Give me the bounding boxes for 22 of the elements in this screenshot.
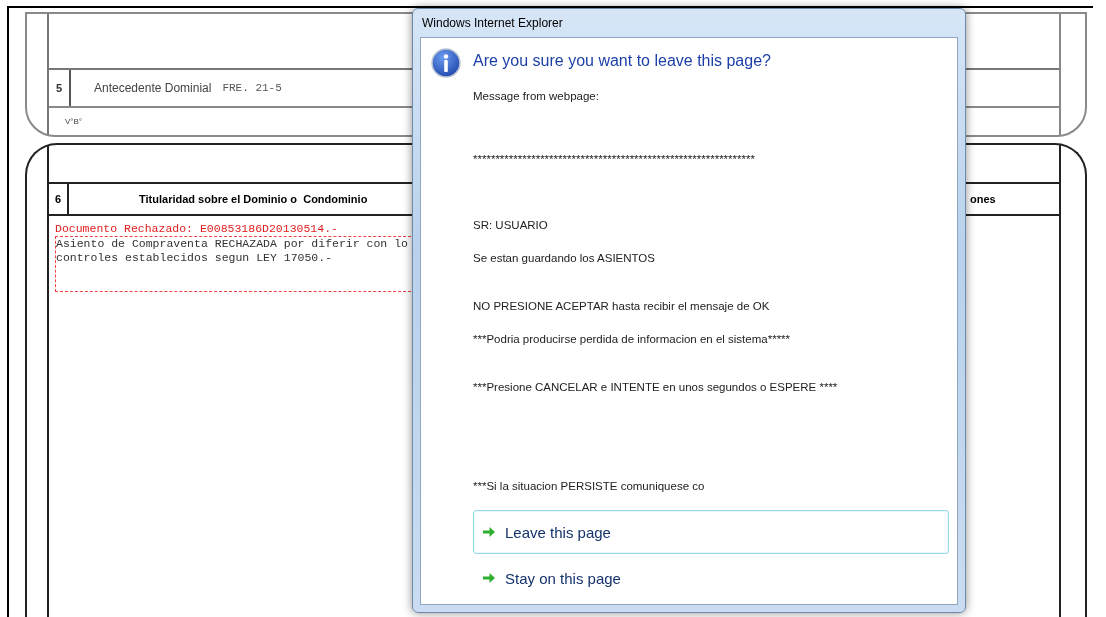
section-number: 5: [49, 70, 71, 106]
message-line: ***************************************************************: [473, 152, 756, 167]
arrow-icon: [482, 525, 496, 539]
section-number: 6: [49, 184, 69, 214]
rejection-notice: Documento Rechazado: E00853186D20130514.-: [55, 222, 338, 236]
message-line: Message from webpage:: [473, 89, 600, 104]
message-line: Se estan guardando los ASIENTOS: [473, 251, 656, 266]
window-title: Windows Internet Explorer: [422, 16, 563, 30]
section-value: FRE. 21-5: [222, 82, 282, 94]
message-line: ***Presione CANCELAR e INTENTE en unos segundos o ESPERE ****: [473, 380, 839, 395]
section-label: Antecedente Dominial: [94, 81, 212, 95]
message-line: SR: USUARIO: [473, 218, 549, 233]
message-line: ***Podria producirse perdida de informacion en el sistema*****: [473, 332, 792, 347]
arrow-icon: [482, 571, 496, 585]
info-icon: [431, 48, 461, 78]
column-header: ones: [970, 193, 996, 205]
message-line: NO PRESIONE ACEPTAR hasta recibir el mensaje de OK: [473, 299, 771, 314]
leave-page-button[interactable]: Leave this page: [473, 510, 949, 554]
section-title: Titularidad sobre el Dominio o Condominio: [139, 193, 368, 205]
approval-label: V°B°: [65, 117, 83, 126]
dialog-heading: Are you sure you want to leave this page?: [473, 51, 772, 71]
message-line: ***Si la situacion PERSISTE comuniquese co: [473, 479, 706, 494]
